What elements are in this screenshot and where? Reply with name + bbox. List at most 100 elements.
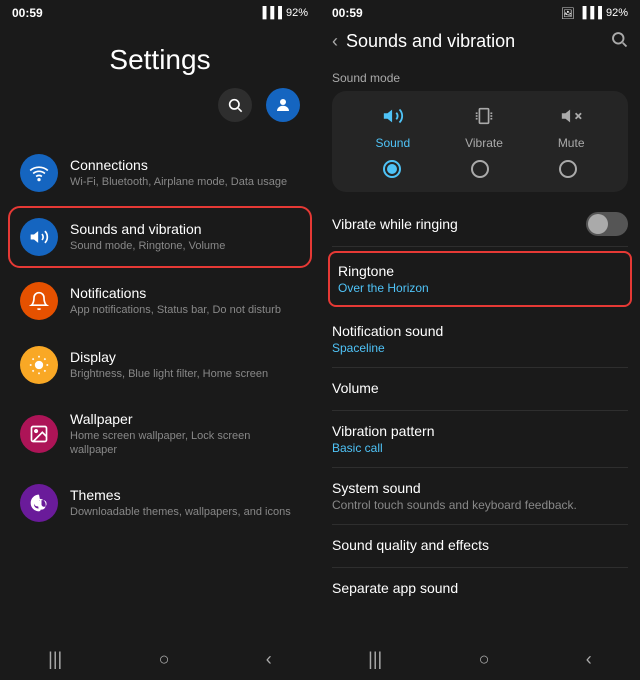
- settings-item-sounds[interactable]: Sounds and vibration Sound mode, Rington…: [8, 206, 312, 268]
- settings-item-notifications[interactable]: Notifications App notifications, Status …: [8, 270, 312, 332]
- connections-subtitle: Wi-Fi, Bluetooth, Airplane mode, Data us…: [70, 175, 300, 189]
- sound-mode-mute-label: Mute: [558, 136, 585, 150]
- settings-item-wallpaper[interactable]: Wallpaper Home screen wallpaper, Lock sc…: [8, 398, 312, 470]
- ringtone-title: Ringtone: [338, 263, 622, 279]
- sound-icon: [20, 218, 58, 256]
- sound-mode-card: Sound Vibrate: [332, 91, 628, 192]
- left-time: 00:59: [12, 6, 43, 20]
- vibration-pattern-row[interactable]: Vibration pattern Basic call: [332, 411, 628, 468]
- radio-sound-inner: [387, 164, 397, 174]
- sound-mode-mute-icon: [560, 105, 582, 132]
- notifications-text: Notifications App notifications, Status …: [70, 284, 300, 317]
- sound-quality-row[interactable]: Sound quality and effects: [332, 525, 628, 568]
- right-title: Sounds and vibration: [346, 31, 515, 52]
- display-subtitle: Brightness, Blue light filter, Home scre…: [70, 367, 300, 381]
- radio-mute[interactable]: [559, 160, 577, 178]
- system-sound-title: System sound: [332, 480, 628, 496]
- connections-title: Connections: [70, 156, 300, 174]
- notification-sound-row[interactable]: Notification sound Spaceline: [332, 311, 628, 368]
- right-battery-label: 92%: [606, 7, 628, 19]
- settings-title: Settings: [109, 44, 210, 76]
- right-header: ‹ Sounds and vibration: [320, 24, 640, 63]
- right-header-left: ‹ Sounds and vibration: [332, 31, 515, 52]
- sound-mode-options: Sound Vibrate: [348, 105, 612, 150]
- vibrate-label: Vibrate while ringing: [332, 216, 458, 232]
- right-time: 00:59: [332, 6, 363, 20]
- left-nav-back[interactable]: ‹: [266, 649, 272, 670]
- themes-subtitle: Downloadable themes, wallpapers, and ico…: [70, 505, 300, 519]
- sounds-subtitle: Sound mode, Ringtone, Volume: [70, 239, 300, 253]
- vibration-pattern-title: Vibration pattern: [332, 423, 628, 439]
- radio-vibrate[interactable]: [471, 160, 489, 178]
- settings-title-area: Settings: [0, 24, 320, 142]
- system-sound-subtitle: Control touch sounds and keyboard feedba…: [332, 498, 628, 512]
- sounds-title: Sounds and vibration: [70, 220, 300, 238]
- sound-mode-vibrate-label: Vibrate: [465, 136, 503, 150]
- back-button[interactable]: ‹: [332, 31, 338, 52]
- left-nav-home[interactable]: ○: [159, 649, 170, 670]
- system-sound-row[interactable]: System sound Control touch sounds and ke…: [332, 468, 628, 525]
- sound-quality-title: Sound quality and effects: [332, 537, 628, 553]
- vibrate-while-ringing-row[interactable]: Vibrate while ringing: [332, 202, 628, 247]
- sound-mode-radios: [348, 160, 612, 178]
- themes-icon: [20, 484, 58, 522]
- notifications-subtitle: App notifications, Status bar, Do not di…: [70, 303, 300, 317]
- signal-icon: ▐▐▐: [259, 7, 282, 19]
- search-row: [16, 88, 304, 122]
- display-title: Display: [70, 348, 300, 366]
- wallpaper-icon: [20, 415, 58, 453]
- wallpaper-text: Wallpaper Home screen wallpaper, Lock sc…: [70, 410, 300, 458]
- themes-title: Themes: [70, 486, 300, 504]
- left-status-bar: 00:59 ▐▐▐ 92%: [0, 0, 320, 24]
- settings-item-connections[interactable]: Connections Wi-Fi, Bluetooth, Airplane m…: [8, 142, 312, 204]
- notifications-title: Notifications: [70, 284, 300, 302]
- sound-mode-vibrate-icon: [473, 105, 495, 132]
- vibration-pattern-value: Basic call: [332, 441, 628, 455]
- battery-label: 92%: [286, 7, 308, 19]
- sound-mode-section-label: Sound mode: [332, 63, 628, 91]
- search-button[interactable]: [218, 88, 252, 122]
- toggle-knob: [588, 214, 608, 234]
- sound-mode-sound-label: Sound: [375, 136, 410, 150]
- display-text: Display Brightness, Blue light filter, H…: [70, 348, 300, 381]
- right-photo-icon: 🖼: [561, 7, 575, 20]
- volume-row[interactable]: Volume: [332, 368, 628, 411]
- separate-app-title: Separate app sound: [332, 580, 628, 596]
- right-bottom-nav: ||| ○ ‹: [320, 641, 640, 680]
- left-nav-recent[interactable]: |||: [48, 649, 62, 670]
- display-icon: [20, 346, 58, 384]
- themes-text: Themes Downloadable themes, wallpapers, …: [70, 486, 300, 519]
- connections-text: Connections Wi-Fi, Bluetooth, Airplane m…: [70, 156, 300, 189]
- right-nav-recent[interactable]: |||: [368, 649, 382, 670]
- right-search-icon[interactable]: [610, 30, 628, 53]
- ringtone-value: Over the Horizon: [338, 281, 622, 295]
- right-signal-icon: ▐▐▐: [579, 7, 602, 19]
- right-nav-back[interactable]: ‹: [586, 649, 592, 670]
- left-panel: 00:59 ▐▐▐ 92% Settings: [0, 0, 320, 680]
- sound-option-vibrate[interactable]: Vibrate: [465, 105, 503, 150]
- sound-option-mute[interactable]: Mute: [558, 105, 585, 150]
- settings-item-themes[interactable]: Themes Downloadable themes, wallpapers, …: [8, 472, 312, 534]
- vibrate-toggle[interactable]: [586, 212, 628, 236]
- volume-title: Volume: [332, 380, 628, 396]
- settings-list: Connections Wi-Fi, Bluetooth, Airplane m…: [0, 142, 320, 641]
- wallpaper-subtitle: Home screen wallpaper, Lock screen wallp…: [70, 429, 300, 458]
- notification-icon: [20, 282, 58, 320]
- settings-item-display[interactable]: Display Brightness, Blue light filter, H…: [8, 334, 312, 396]
- profile-button[interactable]: [266, 88, 300, 122]
- right-panel: 00:59 🖼 ▐▐▐ 92% ‹ Sounds and vibration S…: [320, 0, 640, 680]
- left-status-icons: ▐▐▐ 92%: [259, 7, 308, 19]
- sound-mode-sound-icon: [382, 105, 404, 132]
- left-bottom-nav: ||| ○ ‹: [0, 641, 320, 680]
- wifi-icon: [20, 154, 58, 192]
- sound-option-sound[interactable]: Sound: [375, 105, 410, 150]
- right-nav-home[interactable]: ○: [479, 649, 490, 670]
- ringtone-row[interactable]: Ringtone Over the Horizon: [328, 251, 632, 307]
- separate-app-row[interactable]: Separate app sound: [332, 568, 628, 610]
- sounds-text: Sounds and vibration Sound mode, Rington…: [70, 220, 300, 253]
- right-status-icons: 🖼 ▐▐▐ 92%: [561, 7, 628, 20]
- right-content: Sound mode Sound: [320, 63, 640, 641]
- wallpaper-title: Wallpaper: [70, 410, 300, 428]
- notification-sound-title: Notification sound: [332, 323, 628, 339]
- radio-sound[interactable]: [383, 160, 401, 178]
